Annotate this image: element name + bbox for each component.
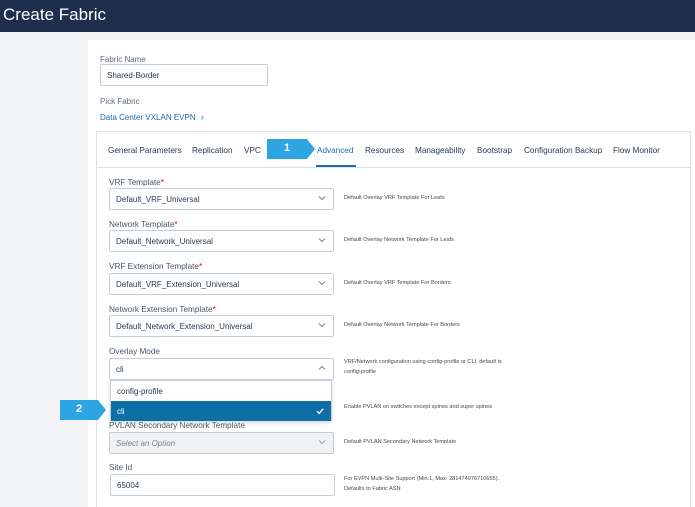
network-template-label: Network Template* (109, 220, 178, 229)
pvlan-secondary-select[interactable]: Select an Option (109, 432, 334, 454)
window-title: Create Fabric (3, 5, 106, 24)
network-extension-template-value: Default_Network_Extension_Universal (116, 322, 253, 331)
pick-fabric-label: Pick Fabric (100, 97, 140, 106)
network-extension-template-select[interactable]: Default_Network_Extension_Universal (109, 315, 334, 337)
overlay-mode-select[interactable]: cli (109, 358, 334, 380)
chevron-down-icon (318, 281, 326, 286)
network-extension-template-help: Default Overlay Network Template For Bor… (344, 322, 460, 328)
pvlan-secondary-help: Default PVLAN Secondary Network Template (344, 439, 457, 445)
callout-1: 1 (267, 139, 307, 159)
check-icon (316, 408, 324, 415)
callout-2-number: 2 (75, 403, 83, 415)
tab-advanced[interactable]: Advanced (317, 146, 353, 155)
network-template-value: Default_Network_Universal (116, 237, 213, 246)
vrf-extension-template-select[interactable]: Default_VRF_Extension_Universal (109, 273, 334, 295)
title-bar: Create Fabric (0, 0, 695, 32)
site-id-help: For EVPN Multi-Site Support (Min:1, Max:… (344, 476, 500, 492)
overlay-mode-label: Overlay Mode (109, 347, 160, 356)
chevron-down-icon (318, 440, 326, 445)
callout-1-number: 1 (283, 142, 291, 154)
chevron-down-icon (318, 323, 326, 328)
option-cli[interactable]: cli (111, 401, 331, 421)
option-cli-label: cli (117, 407, 125, 416)
fabric-name-label: Fabric Name (100, 55, 146, 64)
pick-fabric-value: Data Center VXLAN EVPN (100, 113, 196, 122)
tab-bootstrap[interactable]: Bootstrap (477, 146, 512, 155)
overlay-mode-value: cli (116, 365, 124, 374)
callout-2-arrow (98, 400, 106, 420)
site-id-value: 65004 (117, 481, 140, 490)
vrf-extension-template-help: Default Overlay VRF Template For Borders (344, 280, 451, 286)
tab-general-parameters[interactable]: General Parameters (108, 146, 182, 155)
network-template-help: Default Overlay Network Template For Lea… (344, 237, 454, 243)
fabric-name-value: Shared-Border (107, 71, 160, 80)
tab-resources[interactable]: Resources (365, 146, 404, 155)
fabric-name-input[interactable]: Shared-Border (100, 64, 268, 86)
left-gutter (0, 32, 88, 507)
option-config-profile[interactable]: config-profile (111, 381, 331, 401)
pvlan-help: Enable PVLAN on switches except spines a… (344, 404, 493, 410)
active-tab-indicator (316, 165, 356, 167)
vrf-template-select[interactable]: Default_VRF_Universal (109, 188, 334, 210)
vrf-template-value: Default_VRF_Universal (116, 195, 200, 204)
tab-manageability[interactable]: Manageability (415, 146, 466, 155)
site-id-input[interactable]: 65004 (110, 474, 335, 496)
chevron-down-icon (318, 196, 326, 201)
vrf-extension-template-value: Default_VRF_Extension_Universal (116, 280, 240, 289)
overlay-mode-help: VRF/Network configuration using config-p… (344, 359, 502, 375)
site-id-label: Site Id (109, 463, 133, 472)
tab-replication[interactable]: Replication (192, 146, 233, 155)
network-template-select[interactable]: Default_Network_Universal (109, 230, 334, 252)
chevron-down-icon (318, 238, 326, 243)
tab-configuration-backup[interactable]: Configuration Backup (524, 146, 602, 155)
callout-1-arrow (307, 139, 315, 159)
vrf-extension-template-label: VRF Extension Template* (109, 262, 203, 271)
option-config-profile-label: config-profile (117, 387, 163, 396)
network-extension-template-label: Network Extension Template* (109, 305, 216, 314)
tab-vpc[interactable]: VPC (244, 146, 261, 155)
tab-flow-monitor[interactable]: Flow Monitor (613, 146, 660, 155)
vrf-template-help: Default Overlay VRF Template For Leafs (344, 195, 445, 201)
callout-2: 2 (60, 400, 98, 420)
pvlan-secondary-label: PVLAN Secondary Network Template (109, 421, 245, 430)
overlay-mode-dropdown: config-profile cli (110, 380, 332, 421)
pick-fabric-link[interactable]: Data Center VXLAN EVPN › (100, 112, 204, 122)
chevron-right-icon: › (200, 112, 204, 122)
vrf-template-label: VRF Template* (109, 178, 164, 187)
tab-bar: General Parameters Replication VPC Advan… (97, 132, 690, 168)
chevron-up-icon (318, 365, 326, 370)
pvlan-secondary-placeholder: Select an Option (116, 439, 176, 448)
